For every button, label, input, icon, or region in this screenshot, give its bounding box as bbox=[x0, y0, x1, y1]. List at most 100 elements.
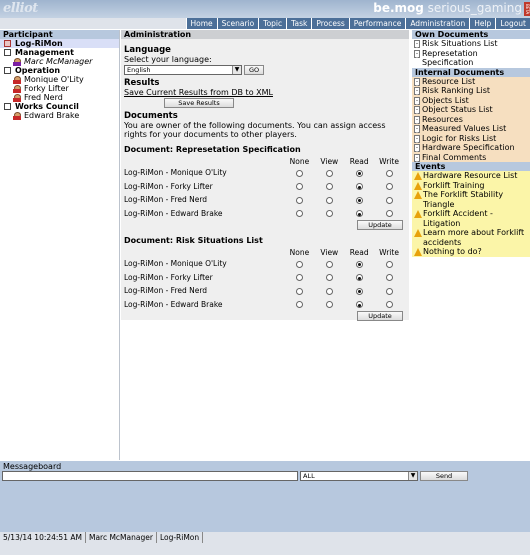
radio-read[interactable] bbox=[355, 274, 363, 282]
radio-write[interactable] bbox=[385, 301, 393, 309]
radio-read[interactable] bbox=[355, 196, 363, 204]
group-checkbox[interactable] bbox=[4, 67, 11, 74]
rights-column-header: Write bbox=[379, 156, 399, 166]
participant-root[interactable]: Log-RiMon bbox=[0, 39, 119, 48]
menu-item-home[interactable]: Home bbox=[185, 18, 217, 29]
events-item[interactable]: Hardware Resource List bbox=[412, 171, 530, 181]
participant-checkbox[interactable] bbox=[4, 40, 11, 47]
rights-player-name: Log-RiMon - Edward Brake bbox=[124, 208, 223, 218]
radio-view[interactable] bbox=[325, 301, 333, 309]
rights-row: Log-RiMon - Forky Lifter bbox=[124, 271, 404, 285]
send-button[interactable]: Send bbox=[420, 471, 468, 481]
radio-none[interactable] bbox=[295, 210, 303, 218]
radio-read[interactable] bbox=[355, 287, 363, 295]
internal-documents-item[interactable]: Final Comments bbox=[412, 153, 530, 163]
update-button[interactable]: Update bbox=[357, 220, 403, 230]
radio-view[interactable] bbox=[325, 210, 333, 218]
participant-group[interactable]: Works Council bbox=[0, 102, 119, 111]
radio-none[interactable] bbox=[295, 287, 303, 295]
rights-player-name: Log-RiMon - Edward Brake bbox=[124, 299, 223, 309]
participant-item[interactable]: Marc McManager bbox=[0, 57, 119, 66]
radio-view[interactable] bbox=[325, 274, 333, 282]
radio-view[interactable] bbox=[325, 169, 333, 177]
participant-item[interactable]: Monique O'Lity bbox=[0, 75, 119, 84]
radio-view[interactable] bbox=[325, 260, 333, 268]
radio-write[interactable] bbox=[385, 287, 393, 295]
radio-none[interactable] bbox=[295, 260, 303, 268]
elliot-logo: elliot bbox=[3, 1, 38, 16]
document-icon bbox=[414, 77, 420, 86]
group-checkbox[interactable] bbox=[4, 49, 11, 56]
save-results-button[interactable]: Save Results bbox=[164, 98, 234, 108]
events-item[interactable]: The Forklift Stability Triangle bbox=[412, 190, 530, 209]
internal-documents-item[interactable]: Hardware Specification bbox=[412, 143, 530, 153]
events-item[interactable]: Learn more about Forklift accidents bbox=[412, 228, 530, 247]
recipient-select[interactable]: ALL ▼ bbox=[300, 471, 418, 481]
menu-bar: Home Scenario Topic Task Process Performance A… bbox=[0, 18, 530, 29]
radio-write[interactable] bbox=[385, 196, 393, 204]
radio-read[interactable] bbox=[355, 210, 363, 218]
person-icon bbox=[13, 93, 21, 102]
radio-none[interactable] bbox=[295, 183, 303, 191]
radio-write[interactable] bbox=[385, 183, 393, 191]
radio-none[interactable] bbox=[295, 196, 303, 204]
radio-write[interactable] bbox=[385, 260, 393, 268]
recipient-select-value: ALL bbox=[303, 472, 315, 480]
participant-item[interactable]: Forky Lifter bbox=[0, 84, 119, 93]
radio-view[interactable] bbox=[325, 196, 333, 204]
radio-read[interactable] bbox=[355, 260, 363, 268]
radio-read[interactable] bbox=[355, 183, 363, 191]
internal-documents-item[interactable]: Objects List bbox=[412, 96, 530, 106]
go-button[interactable]: GO bbox=[244, 65, 265, 75]
message-input[interactable] bbox=[2, 471, 298, 481]
group-checkbox[interactable] bbox=[4, 103, 11, 110]
document-icon bbox=[414, 153, 420, 162]
menu-item-task[interactable]: Task bbox=[286, 18, 312, 29]
internal-documents-item[interactable]: Risk Ranking List bbox=[412, 86, 530, 96]
internal-documents-list: Resource List Risk Ranking List Objects Li… bbox=[412, 76, 530, 163]
radio-read[interactable] bbox=[355, 169, 363, 177]
internal-documents-item[interactable]: Resources bbox=[412, 115, 530, 125]
events-item[interactable]: Forklift Accident - Litigation bbox=[412, 209, 530, 228]
radio-none[interactable] bbox=[295, 301, 303, 309]
internal-documents-item[interactable]: Measured Values List bbox=[412, 124, 530, 134]
radio-write[interactable] bbox=[385, 274, 393, 282]
own-documents-item[interactable]: Represetation Specification bbox=[412, 49, 530, 68]
radio-view[interactable] bbox=[325, 287, 333, 295]
participant-item[interactable]: Edward Brake bbox=[0, 111, 119, 120]
menu-item-logout[interactable]: Logout bbox=[495, 18, 530, 29]
menu-item-help[interactable]: Help bbox=[469, 18, 496, 29]
menu-item-performance[interactable]: Performance bbox=[348, 18, 406, 29]
menu-item-topic[interactable]: Topic bbox=[258, 18, 287, 29]
radio-write[interactable] bbox=[385, 210, 393, 218]
menu-item-process[interactable]: Process bbox=[311, 18, 349, 29]
rights-player-name: Log-RiMon - Fred Nerd bbox=[124, 286, 208, 296]
participant-label: Marc McManager bbox=[24, 57, 93, 66]
participant-group[interactable]: Operation bbox=[0, 66, 119, 75]
rights-cell bbox=[344, 166, 374, 180]
radio-none[interactable] bbox=[295, 169, 303, 177]
radio-write[interactable] bbox=[385, 169, 393, 177]
radio-none[interactable] bbox=[295, 274, 303, 282]
menu-item-administration[interactable]: Administration bbox=[405, 18, 470, 29]
radio-read[interactable] bbox=[355, 301, 363, 309]
participant-group[interactable]: Management bbox=[0, 48, 119, 57]
save-results-link[interactable]: Save Current Results from DB to XML bbox=[124, 88, 406, 97]
internal-documents-item[interactable]: Resource List bbox=[412, 77, 530, 87]
internal-documents-item[interactable]: Object Status List bbox=[412, 105, 530, 115]
menu-item-scenario[interactable]: Scenario bbox=[216, 18, 259, 29]
participant-root-label: Log-RiMon bbox=[15, 39, 63, 48]
item-label: Measured Values List bbox=[422, 124, 507, 133]
radio-view[interactable] bbox=[325, 183, 333, 191]
rights-cell bbox=[314, 257, 344, 271]
internal-documents-item[interactable]: Logic for Risks List bbox=[412, 134, 530, 144]
own-documents-item[interactable]: Risk Situations List bbox=[412, 39, 530, 49]
rights-cell bbox=[374, 207, 404, 221]
events-item[interactable]: Nothing to do? bbox=[412, 247, 530, 257]
events-item[interactable]: Forklift Training bbox=[412, 181, 530, 191]
language-select[interactable]: English ▼ bbox=[124, 65, 242, 75]
participant-item[interactable]: Fred Nerd bbox=[0, 93, 119, 102]
update-button[interactable]: Update bbox=[357, 311, 403, 321]
rights-column-header: None bbox=[289, 247, 310, 257]
message-board-title: Messageboard bbox=[3, 462, 62, 471]
